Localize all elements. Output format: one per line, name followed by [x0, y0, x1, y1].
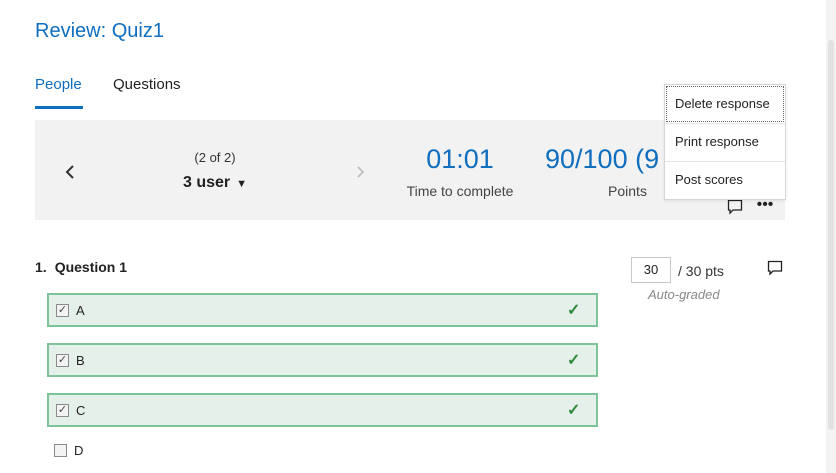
question-heading: 1. Question 1: [35, 259, 127, 275]
time-to-complete-value: 01:01: [426, 144, 494, 174]
correct-check-icon: ✓: [567, 302, 581, 319]
next-response-button[interactable]: [350, 160, 370, 184]
previous-response-button[interactable]: [60, 160, 80, 184]
checkbox-unchecked-icon: [54, 444, 67, 457]
correct-check-icon: ✓: [567, 402, 581, 419]
answer-option-c: ✓ C ✓: [47, 393, 598, 427]
checkbox-checked-icon: ✓: [56, 354, 69, 367]
comment-icon[interactable]: [727, 199, 743, 215]
auto-graded-label: Auto-graded: [648, 287, 720, 302]
checkbox-checked-icon: ✓: [56, 304, 69, 317]
chevron-left-icon: [65, 165, 74, 179]
user-selector[interactable]: 3 user ▼: [150, 174, 280, 192]
correct-check-icon: ✓: [567, 352, 581, 369]
time-to-complete-label: Time to complete: [406, 183, 514, 199]
tab-active-indicator: [35, 106, 83, 109]
question-number: 1.: [35, 259, 47, 275]
score-input[interactable]: 30: [631, 257, 671, 283]
option-label: B: [76, 353, 85, 368]
page-title: Review: Quiz1: [35, 20, 164, 42]
delete-response-menu-item[interactable]: Delete response: [665, 85, 785, 123]
print-response-menu-item[interactable]: Print response: [665, 123, 785, 161]
option-label: D: [74, 443, 84, 458]
points-value: 90/100 (9: [545, 144, 660, 174]
tab-questions[interactable]: Questions: [113, 76, 181, 93]
points-label: Points: [608, 183, 647, 199]
question-comment-icon[interactable]: [767, 260, 783, 276]
answer-option-a: ✓ A ✓: [47, 293, 598, 327]
option-label: A: [76, 303, 85, 318]
more-icon[interactable]: •••: [755, 197, 775, 214]
score-total: / 30 pts: [678, 263, 724, 279]
answer-option-d: D: [47, 435, 598, 469]
checkbox-checked-icon: ✓: [56, 404, 69, 417]
user-name: 3 user: [182, 174, 231, 191]
question-title: Question 1: [54, 259, 128, 275]
tab-people[interactable]: People: [35, 76, 82, 93]
response-actions-menu: Delete response Print response Post scor…: [664, 84, 786, 200]
post-scores-menu-item[interactable]: Post scores: [665, 161, 785, 199]
option-label: C: [76, 403, 86, 418]
response-counter: (2 of 2): [194, 150, 236, 165]
answer-option-b: ✓ B ✓: [47, 343, 598, 377]
chevron-right-icon: [357, 166, 365, 178]
caret-down-icon: ▼: [236, 178, 248, 190]
scrollbar-thumb[interactable]: [828, 40, 834, 430]
